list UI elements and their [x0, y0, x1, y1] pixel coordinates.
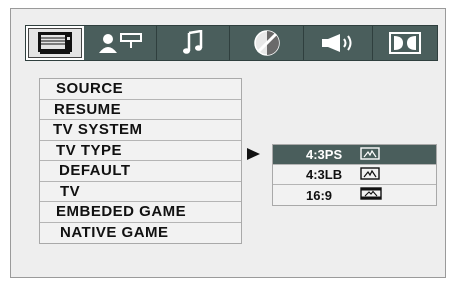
menu-item-label: TV TYPE: [56, 141, 123, 159]
submenu-item-4-3-ps[interactable]: 4:3PS: [273, 145, 436, 165]
setup-menu-list: SOURCE RESUME TV SYSTEM TV TYPE DEFAULT …: [39, 78, 242, 244]
dolby-icon: [389, 32, 421, 54]
menu-item-native-game[interactable]: NATIVE GAME: [40, 223, 241, 244]
tab-parental[interactable]: [84, 26, 157, 60]
setup-tab-bar: [25, 25, 438, 61]
tv-type-submenu: 4:3PS 4:3LB 16:9: [272, 144, 437, 206]
submenu-pointer-arrow: [247, 148, 260, 160]
menu-item-source[interactable]: SOURCE: [40, 79, 241, 100]
menu-item-label: NATIVE GAME: [60, 224, 169, 242]
submenu-item-4-3-lb[interactable]: 4:3LB: [273, 165, 436, 185]
tab-speaker[interactable]: [304, 26, 373, 60]
submenu-item-label: 4:3PS: [306, 147, 343, 162]
menu-item-label: TV SYSTEM: [53, 121, 143, 139]
submenu-item-label: 16:9: [306, 187, 333, 203]
menu-item-tv-type[interactable]: TV TYPE: [40, 141, 241, 161]
submenu-item-16-9[interactable]: 16:9: [273, 185, 436, 205]
music-note-icon: [183, 30, 203, 54]
menu-item-label: SOURCE: [56, 80, 124, 98]
person-remote-icon: [99, 33, 142, 53]
menu-item-default[interactable]: DEFAULT: [40, 161, 241, 182]
menu-item-label: EMBEDED GAME: [56, 203, 187, 221]
menu-item-label: RESUME: [54, 100, 122, 118]
speaker-icon: [322, 34, 352, 52]
menu-item-embeded-game[interactable]: EMBEDED GAME: [40, 202, 241, 223]
tab-audio[interactable]: [157, 26, 230, 60]
tv-screen-icon: [38, 32, 72, 54]
submenu-item-label: 4:3LB: [306, 167, 343, 182]
menu-item-tv[interactable]: TV: [40, 182, 241, 202]
menu-item-label: TV: [60, 182, 81, 200]
menu-item-tv-system[interactable]: TV SYSTEM: [40, 120, 241, 141]
ratio-4-3-ps-icon: [360, 146, 380, 163]
menu-item-resume[interactable]: RESUME: [40, 100, 241, 120]
color-circle-icon: [253, 30, 280, 56]
tab-video[interactable]: [230, 26, 304, 60]
ratio-4-3-lb-icon: [360, 166, 380, 183]
ratio-16-9-icon: [360, 187, 382, 203]
tab-dolby[interactable]: [373, 26, 437, 60]
menu-item-label: DEFAULT: [59, 162, 131, 180]
tab-general[interactable]: [26, 26, 84, 60]
